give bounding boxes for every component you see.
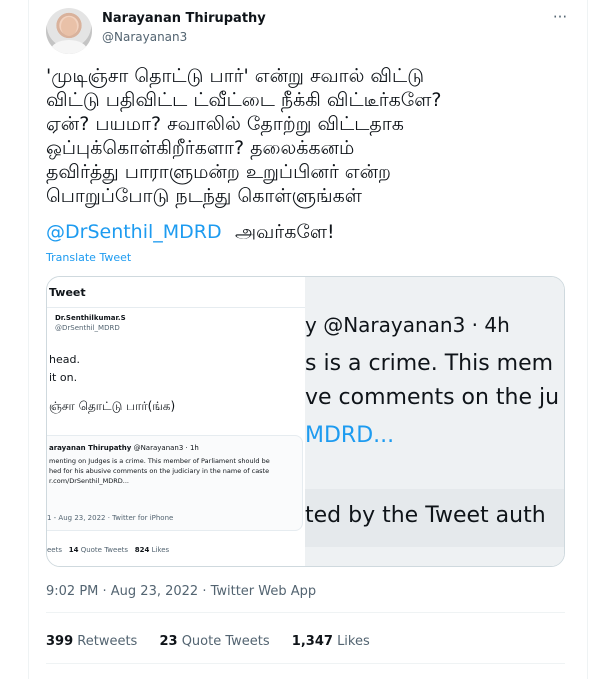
avatar-shirt <box>51 40 87 54</box>
mention-link[interactable]: @DrSenthil_MDRD <box>46 220 222 244</box>
more-options-icon[interactable]: ··· <box>549 10 571 25</box>
quote-author: arayanan Thirupathy @Narayanan3 · 1h <box>49 444 199 452</box>
quote-line: r.com/DrSenthil_MDRD... <box>49 477 129 485</box>
tweet-text: 'முடிஞ்சா தொட்டு பார்' என்று சவால் விட்ட… <box>46 65 442 207</box>
embedded-tamil-text: ஞ்சா தொட்டு பார்(ங்க) <box>49 399 176 413</box>
embedded-body-line: head. <box>49 353 80 366</box>
embedded-stats: eets 14 Quote Tweets 824 Likes <box>47 546 170 554</box>
zoomed-line: s is a crime. This mem <box>305 351 554 376</box>
likes-stat[interactable]: 1,347 Likes <box>292 634 370 649</box>
zoomed-line: ted by the Tweet auth <box>305 503 546 528</box>
screenshot-left-panel: Tweet Dr.Senthilkumar.S @DrSenthil_MDRD … <box>47 277 305 566</box>
tweet-text-tail: அவர்களே! <box>235 221 335 243</box>
embedded-page-title: Tweet <box>49 286 86 299</box>
author-avatar[interactable] <box>46 8 92 54</box>
attached-image[interactable]: Tweet Dr.Senthilkumar.S @DrSenthil_MDRD … <box>46 276 565 567</box>
embedded-body-line: it on. <box>49 371 78 384</box>
author-name[interactable]: Narayanan Thirupathy <box>102 11 266 26</box>
embedded-author-handle: @DrSenthil_MDRD <box>55 324 120 332</box>
tweet-stats: 399 Retweets 23 Quote Tweets 1,347 Likes <box>46 634 388 649</box>
zoomed-header: y @Narayanan3 · 4h <box>305 313 510 337</box>
translate-tweet-link[interactable]: Translate Tweet <box>46 251 131 264</box>
zoomed-link: MDRD... <box>305 423 395 448</box>
quote-tweets-stat[interactable]: 23 Quote Tweets <box>159 634 269 649</box>
tweet-timestamp[interactable]: 9:02 PM · Aug 23, 2022 · Twitter Web App <box>46 584 316 599</box>
divider <box>46 663 565 664</box>
avatar-face <box>61 17 77 36</box>
screenshot-right-panel: y @Narayanan3 · 4h s is a crime. This me… <box>305 277 564 566</box>
retweets-stat[interactable]: 399 Retweets <box>46 634 137 649</box>
quote-timestamp: 1 - Aug 23, 2022 · Twitter for iPhone <box>47 514 174 522</box>
divider <box>46 612 565 613</box>
embedded-quote-tweet: arayanan Thirupathy @Narayanan3 · 1h men… <box>47 435 303 531</box>
embedded-author-name: Dr.Senthilkumar.S <box>55 314 126 322</box>
quote-line: hed for his abusive comments on the judi… <box>49 467 270 475</box>
divider <box>47 307 305 308</box>
author-handle[interactable]: @Narayanan3 <box>102 30 187 44</box>
quote-line: menting on Judges is a crime. This membe… <box>49 457 270 465</box>
zoomed-line: ve comments on the ju <box>305 385 560 410</box>
